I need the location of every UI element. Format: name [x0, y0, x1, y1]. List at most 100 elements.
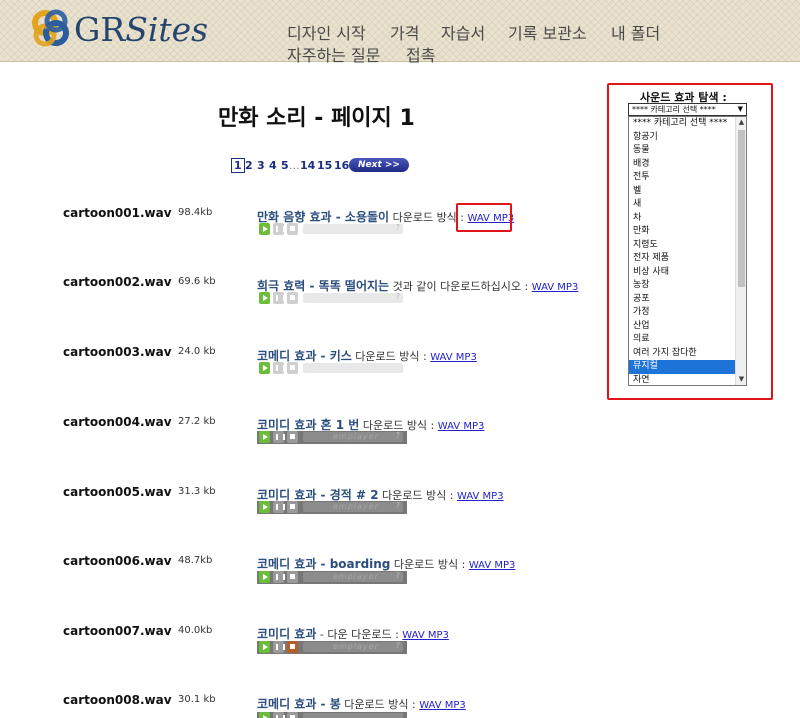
category-option[interactable]: 만화: [629, 225, 735, 239]
sound-title-link[interactable]: 코메디 효과 - 봉: [257, 697, 341, 711]
play-icon[interactable]: [259, 362, 270, 374]
category-option[interactable]: 전투: [629, 171, 735, 185]
progress-bar[interactable]: [303, 713, 403, 718]
scroll-up-icon[interactable]: ▲: [736, 117, 746, 128]
help-icon[interactable]: ?: [396, 431, 400, 440]
pause-icon[interactable]: [273, 501, 285, 513]
pause-icon[interactable]: [273, 641, 285, 653]
help-icon[interactable]: ?: [396, 223, 400, 232]
nav-pricing[interactable]: 가격: [390, 20, 419, 44]
play-icon[interactable]: [259, 712, 270, 718]
nav-tutorials[interactable]: 자습서: [441, 20, 485, 44]
nav-design-start[interactable]: 디자인 시작: [287, 20, 366, 44]
sound-title-link[interactable]: 코메디 효과 - 키스: [257, 349, 352, 363]
progress-bar[interactable]: emplayer?: [303, 431, 403, 442]
download-link[interactable]: WAV MP3: [532, 282, 579, 293]
play-icon[interactable]: [259, 292, 270, 304]
stop-icon[interactable]: [287, 292, 298, 304]
file-size: 27.2 kb: [178, 416, 216, 427]
nav-my-folder[interactable]: 내 폴더: [611, 20, 660, 44]
category-option[interactable]: 전자 제품: [629, 252, 735, 266]
category-option[interactable]: 여러 가지 잡다한: [629, 347, 735, 361]
pause-icon[interactable]: [273, 223, 285, 235]
pause-icon[interactable]: [273, 292, 285, 304]
category-option[interactable]: 공포: [629, 293, 735, 307]
category-option[interactable]: 자연: [629, 374, 735, 386]
play-icon[interactable]: [259, 641, 270, 653]
sound-description: 코메디 효과 - 봉 다운로드 방식 : WAV MP3: [257, 695, 466, 712]
stop-icon[interactable]: [287, 571, 298, 583]
file-size: 69.6 kb: [178, 276, 216, 287]
stop-icon[interactable]: [287, 362, 298, 374]
stop-icon[interactable]: [287, 223, 298, 235]
next-page-button[interactable]: Next >>: [349, 158, 409, 172]
page-link-5[interactable]: 5: [281, 159, 289, 172]
progress-bar[interactable]: emplayer?: [303, 501, 403, 512]
progress-bar[interactable]: ?: [303, 223, 403, 234]
category-option[interactable]: 의료: [629, 333, 735, 347]
page-link-2[interactable]: 2: [245, 159, 253, 172]
category-option[interactable]: 지령도: [629, 239, 735, 253]
stop-icon[interactable]: [287, 712, 298, 718]
site-logo[interactable]: GRSites: [30, 8, 210, 50]
download-link[interactable]: WAV MP3: [438, 421, 485, 432]
file-name: cartoon002.wav: [63, 275, 172, 289]
pause-icon[interactable]: [273, 571, 285, 583]
page-link-16[interactable]: 16: [334, 159, 349, 172]
category-option[interactable]: 벨: [629, 185, 735, 199]
scroll-thumb[interactable]: [738, 130, 745, 287]
nav-contact[interactable]: 접촉: [406, 42, 435, 66]
page-link-14[interactable]: 14: [300, 159, 315, 172]
download-link[interactable]: WAV MP3: [419, 700, 466, 711]
sound-title-link[interactable]: 코메디 효과 - boarding: [257, 557, 390, 571]
category-option[interactable]: 산업: [629, 320, 735, 334]
nav-archive[interactable]: 기록 보관소: [508, 20, 587, 44]
play-icon[interactable]: [259, 571, 270, 583]
category-option[interactable]: 배경: [629, 158, 735, 172]
category-option[interactable]: 비상 사태: [629, 266, 735, 280]
category-option[interactable]: 항공기: [629, 131, 735, 145]
sound-title-link[interactable]: 코미디 효과 - 경적 # 2: [257, 488, 379, 502]
dropdown-scrollbar[interactable]: ▲ ▼: [735, 117, 746, 385]
stop-icon[interactable]: [287, 431, 298, 443]
play-icon[interactable]: [259, 223, 270, 235]
progress-bar[interactable]: ?: [303, 292, 403, 303]
category-option[interactable]: 가정: [629, 306, 735, 320]
help-icon[interactable]: ?: [396, 641, 400, 650]
category-option[interactable]: 농장: [629, 279, 735, 293]
download-link[interactable]: WAV MP3: [469, 560, 516, 571]
category-option[interactable]: 동물: [629, 144, 735, 158]
help-icon[interactable]: ?: [396, 292, 400, 301]
play-icon[interactable]: [259, 501, 270, 513]
sound-title-link[interactable]: 만화 음향 효과 - 소용돌이: [257, 210, 389, 224]
download-link[interactable]: WAV MP3: [430, 352, 477, 363]
category-option[interactable]: 차: [629, 212, 735, 226]
download-link[interactable]: WAV MP3: [402, 630, 449, 641]
progress-bar[interactable]: emplayer?: [303, 641, 403, 652]
progress-bar[interactable]: emplayer?: [303, 571, 403, 582]
play-icon[interactable]: [259, 431, 270, 443]
pause-icon[interactable]: [273, 712, 285, 718]
page-link-4[interactable]: 4: [269, 159, 277, 172]
sound-title-link[interactable]: 코미디 효과: [257, 627, 316, 641]
progress-bar[interactable]: [303, 363, 403, 373]
file-name: cartoon004.wav: [63, 415, 172, 429]
sound-title-link[interactable]: 코미디 효과 혼 1 번: [257, 418, 359, 432]
category-select[interactable]: **** 카테고리 선택 **** ▼: [628, 103, 747, 116]
help-icon[interactable]: ?: [396, 501, 400, 510]
download-link[interactable]: WAV MP3: [457, 491, 504, 502]
pause-icon[interactable]: [273, 362, 285, 374]
pause-icon[interactable]: [273, 431, 285, 443]
category-option[interactable]: 새: [629, 198, 735, 212]
page-link-3[interactable]: 3: [257, 159, 265, 172]
scroll-down-icon[interactable]: ▼: [736, 374, 746, 385]
help-icon[interactable]: ?: [396, 571, 400, 580]
category-dropdown-list[interactable]: **** 카테고리 선택 **** 항공기 동물 배경 전투 벨 새 차 만화 …: [628, 116, 747, 386]
sound-title-link[interactable]: 희극 효력 - 똑똑 떨어지는: [257, 279, 389, 293]
page-link-15[interactable]: 15: [317, 159, 332, 172]
category-option[interactable]: **** 카테고리 선택 ****: [629, 117, 735, 131]
category-option-selected[interactable]: 뮤지컬: [629, 360, 735, 374]
stop-icon[interactable]: [287, 641, 298, 653]
stop-icon[interactable]: [287, 501, 298, 513]
nav-faq[interactable]: 자주하는 질문: [287, 42, 380, 66]
